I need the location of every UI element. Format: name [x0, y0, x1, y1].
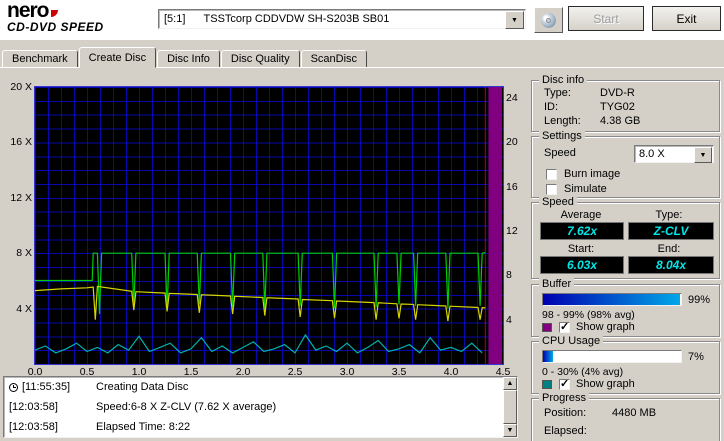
exit-button[interactable]: Exit	[652, 6, 721, 31]
right-axis-ticks: 24 20 16 12 8 4	[506, 87, 526, 364]
tab-bar: Benchmark Create Disc Disc Info Disc Qua…	[2, 47, 368, 68]
simulate-label: Simulate	[564, 183, 607, 195]
scroll-up-icon[interactable]: ▲	[503, 377, 517, 390]
elapsed-label: Elapsed:	[544, 425, 587, 437]
chart-canvas	[35, 87, 502, 364]
header-bar: nero CD-DVD SPEED [5:1] TSSTcorp CDDVDW …	[0, 0, 724, 40]
disc-id-label: ID:	[544, 101, 559, 113]
scrollbar-thumb[interactable]	[503, 390, 517, 424]
left-axis-ticks: 20 X 16 X 12 X 8 X 4 X	[2, 81, 32, 364]
log-message: Elapsed Time: 8:22	[96, 421, 191, 433]
log-time: [12:03:58]	[9, 421, 58, 433]
log-time: [11:55:35]	[22, 381, 71, 393]
scroll-down-icon[interactable]: ▼	[503, 424, 517, 437]
burn-image-checkbox[interactable]	[546, 169, 557, 180]
buffer-show-graph-checkbox[interactable]	[559, 320, 570, 333]
log-message: Creating Data Disc	[96, 381, 189, 393]
exit-button-label: Exit	[676, 11, 697, 26]
group-title: Settings	[539, 130, 585, 142]
disc-id-value: TYG02	[600, 101, 635, 113]
tab-create-disc[interactable]: Create Disc	[78, 47, 157, 68]
cpu-meter	[542, 350, 682, 363]
average-label: Average	[560, 209, 602, 221]
group-title: Progress	[539, 392, 590, 404]
app-window: nero CD-DVD SPEED [5:1] TSSTcorp CDDVDW …	[0, 0, 724, 441]
drive-select-value: [5:1] TSSTcorp CDDVDW SH-S203B SB01	[164, 13, 390, 25]
start-speed-label: Start:	[567, 243, 595, 255]
cpu-usage-group: CPU Usage 7% 0 - 30% (4% avg) Show graph	[531, 335, 720, 394]
series-cpu-usage	[35, 333, 483, 354]
log-time: [12:03:58]	[9, 401, 58, 413]
group-title: Speed	[539, 196, 577, 208]
tab-disc-quality[interactable]: Disc Quality	[220, 50, 300, 68]
end-speed-value: 8.04x	[628, 256, 714, 274]
group-title: Buffer	[539, 278, 575, 290]
buffer-meter-fill	[543, 294, 680, 305]
position-label: Position:	[544, 407, 587, 419]
clock-icon	[9, 383, 18, 392]
axis-tick-label: 16 X	[10, 136, 32, 149]
axis-tick-label: 4 X	[16, 302, 32, 315]
tab-disc-info[interactable]: Disc Info	[157, 50, 220, 68]
position-value: 4480 MB	[612, 407, 657, 419]
speed-select-combobox[interactable]: 8.0 X ▼	[634, 145, 714, 163]
speed-group: Speed Average Type: 7.62x Z-CLV Start: E…	[531, 196, 720, 279]
axis-tick-label: 20 X	[10, 81, 32, 93]
disc-tray-button[interactable]	[534, 7, 563, 33]
buffer-graph-band	[488, 87, 502, 364]
logo-subtitle: CD-DVD SPEED	[7, 20, 104, 34]
axis-tick-label: 8 X	[16, 247, 32, 260]
start-button-label: Start	[593, 11, 619, 26]
cpu-color-swatch	[542, 380, 552, 389]
speed-setting-label: Speed	[544, 147, 576, 159]
log-panel: [11:55:35] Creating Data Disc [12:03:58]…	[3, 376, 518, 438]
chevron-down-icon[interactable]: ▼	[505, 11, 524, 29]
disc-type-label: Type:	[544, 87, 571, 99]
speed-select-value: 8.0 X	[639, 148, 665, 160]
buffer-show-graph-label: Show graph	[576, 321, 635, 333]
group-title: Disc info	[539, 74, 588, 86]
buffer-color-swatch	[542, 323, 552, 332]
speed-type-value: Z-CLV	[628, 222, 714, 240]
group-title: CPU Usage	[539, 335, 604, 347]
tab-scandisc[interactable]: ScanDisc	[300, 50, 368, 68]
axis-tick-label: 12 X	[10, 191, 32, 204]
log-message: Speed:6-8 X Z-CLV (7.62 X average)	[96, 401, 277, 413]
cpu-range: 0 - 30% (4% avg)	[542, 366, 624, 378]
start-button[interactable]: Start	[568, 6, 644, 31]
nero-logo: nero CD-DVD SPEED	[7, 0, 104, 34]
nero-red-mark-icon	[50, 10, 58, 17]
log-entry: [11:55:35] Creating Data Disc	[4, 379, 517, 397]
buffer-range: 98 - 99% (98% avg)	[542, 309, 635, 321]
type-label: Type:	[655, 209, 683, 221]
drive-select-combobox[interactable]: [5:1] TSSTcorp CDDVDW SH-S203B SB01 ▼	[158, 9, 526, 29]
disc-type-value: DVD-R	[600, 87, 635, 99]
settings-group: Settings Speed 8.0 X ▼ Burn image Simula…	[531, 130, 720, 198]
cpu-show-graph-label: Show graph	[576, 378, 635, 390]
progress-group: Progress Position: 4480 MB Elapsed:	[531, 392, 720, 441]
disc-length-label: Length:	[544, 115, 581, 127]
cpu-show-graph-checkbox[interactable]	[559, 377, 570, 390]
cpu-meter-fill	[543, 351, 553, 362]
simulate-checkbox[interactable]	[546, 184, 557, 195]
disc-info-group: Disc info Type: DVD-R ID: TYG02 Length: …	[531, 74, 720, 132]
speed-chart-plot	[34, 86, 504, 365]
tab-benchmark[interactable]: Benchmark	[2, 50, 78, 68]
log-entry: [12:03:58] Elapsed Time: 8:22	[4, 419, 517, 437]
buffer-percent: 99%	[688, 294, 711, 306]
buffer-meter	[542, 293, 682, 306]
cpu-percent: 7%	[688, 351, 704, 363]
disc-icon	[541, 12, 556, 28]
log-entry: [12:03:58] Speed:6-8 X Z-CLV (7.62 X ave…	[4, 399, 517, 417]
logo-text: nero	[7, 0, 50, 22]
start-speed-value: 6.03x	[540, 256, 624, 274]
average-speed-value: 7.62x	[540, 222, 624, 240]
series-secondary-speed	[35, 285, 486, 322]
log-scrollbar[interactable]: ▲ ▼	[503, 377, 517, 437]
buffer-group: Buffer 99% 98 - 99% (98% avg) Show graph	[531, 278, 720, 337]
burn-image-label: Burn image	[564, 168, 621, 180]
end-speed-label: End:	[657, 243, 681, 255]
chevron-down-icon[interactable]: ▼	[694, 147, 712, 163]
disc-length-value: 4.38 GB	[600, 115, 641, 127]
